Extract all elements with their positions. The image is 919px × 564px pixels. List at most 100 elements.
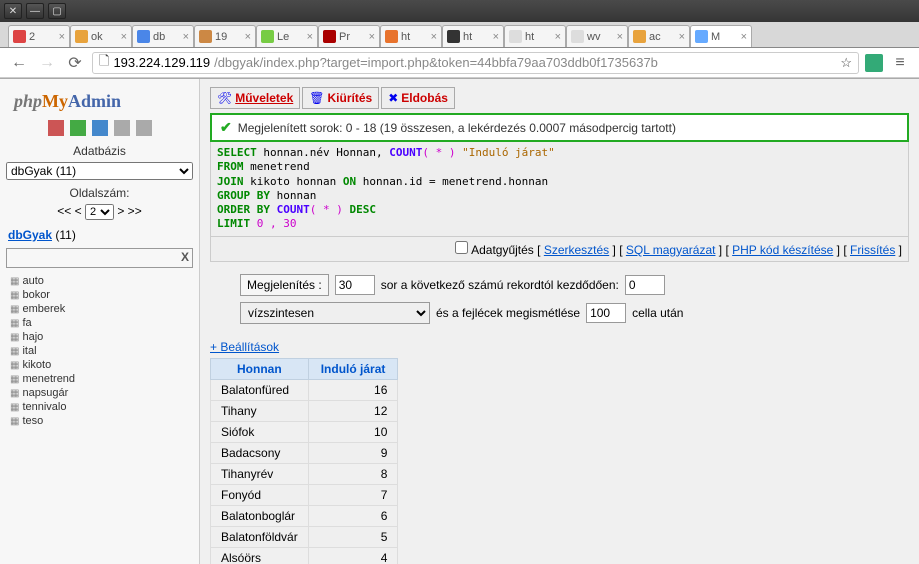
tab-empty[interactable]: 🗑Kiürítés — [302, 87, 379, 109]
pager-next[interactable]: > >> — [117, 204, 141, 218]
explain-link[interactable]: SQL magyarázat — [626, 243, 716, 257]
reload-button[interactable]: ⟳ — [64, 52, 86, 74]
pager-select[interactable]: 2 — [85, 204, 114, 220]
display-controls-row1: Megjelenítés : sor a következő számú rek… — [240, 274, 909, 296]
close-icon[interactable]: × — [741, 31, 747, 43]
rows-count-input[interactable] — [335, 275, 375, 295]
table-item[interactable]: emberek — [10, 302, 193, 316]
column-header[interactable]: Honnan — [211, 358, 309, 379]
table-item[interactable]: kikoto — [10, 358, 193, 372]
browser-tab[interactable]: ht× — [442, 25, 504, 47]
cell-count: 16 — [308, 379, 398, 400]
table-item[interactable]: napsugár — [10, 386, 193, 400]
table-row: Badacsony9 — [211, 442, 398, 463]
tab-operations[interactable]: 🛠Műveletek — [210, 87, 300, 109]
file-icon — [509, 30, 522, 43]
main-panel: 🛠Műveletek 🗑Kiürítés ✖Eldobás Megjelenít… — [200, 79, 919, 564]
sql-icon[interactable] — [92, 120, 108, 136]
table-item[interactable]: teso — [10, 414, 193, 428]
settings-toggle[interactable]: + Beállítások — [210, 340, 279, 354]
close-icon[interactable]: × — [617, 31, 623, 43]
cell-honnan: Balatonboglár — [211, 505, 309, 526]
table-item[interactable]: auto — [10, 274, 193, 288]
display-mode-select[interactable]: vízszintesen — [240, 302, 430, 324]
forward-button[interactable]: → — [36, 52, 58, 74]
table-item[interactable]: tennivalo — [10, 400, 193, 414]
close-icon[interactable]: × — [245, 31, 251, 43]
top-menu: 🛠Műveletek 🗑Kiürítés ✖Eldobás — [210, 87, 909, 109]
close-icon[interactable]: × — [555, 31, 561, 43]
close-icon[interactable]: × — [183, 31, 189, 43]
table-item[interactable]: fa — [10, 316, 193, 330]
close-icon[interactable]: × — [431, 31, 437, 43]
database-label: Adatbázis — [6, 144, 193, 158]
browser-tab[interactable]: wv× — [566, 25, 628, 47]
window-minimize[interactable]: — — [26, 3, 44, 19]
repeat-headers-input[interactable] — [586, 303, 626, 323]
address-bar[interactable]: 🗋 193.224.129.119/dbgyak/index.php?targe… — [92, 52, 859, 74]
table-item[interactable]: ital — [10, 344, 193, 358]
logo: phpMyAdmin — [14, 91, 193, 112]
close-icon[interactable]: × — [493, 31, 499, 43]
reload-icon[interactable] — [136, 120, 152, 136]
extension-icon[interactable] — [865, 54, 883, 72]
clear-icon[interactable]: X — [181, 250, 189, 264]
logout-icon[interactable] — [70, 120, 86, 136]
table-row: Tihanyrév8 — [211, 463, 398, 484]
success-alert: Megjelenített sorok: 0 - 18 (19 összesen… — [210, 113, 909, 142]
browser-tab[interactable]: Le× — [256, 25, 318, 47]
browser-tab[interactable]: M× — [690, 25, 752, 47]
cell-honnan: Tihany — [211, 400, 309, 421]
url-path: /dbgyak/index.php?target=import.php&toke… — [214, 55, 658, 70]
browser-tab[interactable]: ht× — [504, 25, 566, 47]
browser-tab[interactable]: Pr× — [318, 25, 380, 47]
profiling-checkbox[interactable] — [455, 241, 468, 254]
table-item[interactable]: bokor — [10, 288, 193, 302]
table-row: Tihany12 — [211, 400, 398, 421]
cell-honnan: Balatonfüred — [211, 379, 309, 400]
blogger-icon — [385, 30, 398, 43]
edit-link[interactable]: Szerkesztés — [544, 243, 609, 257]
table-row: Balatonboglár6 — [211, 505, 398, 526]
docs-icon[interactable] — [114, 120, 130, 136]
table-item[interactable]: menetrend — [10, 372, 193, 386]
window-close[interactable]: ✕ — [4, 3, 22, 19]
cell-count: 12 — [308, 400, 398, 421]
tab-drop[interactable]: ✖Eldobás — [381, 87, 455, 109]
url-host: 193.224.129.119 — [113, 55, 210, 70]
cell-count: 10 — [308, 421, 398, 442]
close-icon[interactable]: × — [307, 31, 313, 43]
cell-honnan: Siófok — [211, 421, 309, 442]
browser-tab[interactable]: db× — [132, 25, 194, 47]
success-message: Megjelenített sorok: 0 - 18 (19 összesen… — [238, 121, 676, 135]
drive-icon — [75, 30, 88, 43]
star-icon[interactable]: ☆ — [840, 55, 852, 71]
phpcode-link[interactable]: PHP kód készítése — [732, 243, 833, 257]
browser-tab[interactable]: 2× — [8, 25, 70, 47]
column-header[interactable]: Induló járat — [308, 358, 398, 379]
start-row-input[interactable] — [625, 275, 665, 295]
show-button[interactable]: Megjelenítés : — [240, 274, 329, 296]
cell-count: 6 — [308, 505, 398, 526]
menu-button[interactable]: ≡ — [889, 52, 911, 74]
close-icon[interactable]: × — [59, 31, 65, 43]
browser-tab[interactable]: ht× — [380, 25, 442, 47]
close-icon[interactable]: × — [679, 31, 685, 43]
window-maximize[interactable]: ▢ — [48, 3, 66, 19]
database-select[interactable]: dbGyak (11) — [6, 162, 193, 180]
browser-tab[interactable]: 19× — [194, 25, 256, 47]
back-button[interactable]: ← — [8, 52, 30, 74]
browser-tab[interactable]: ac× — [628, 25, 690, 47]
home-icon[interactable] — [48, 120, 64, 136]
table-filter-input[interactable]: X — [6, 248, 193, 268]
browser-tab[interactable]: ok× — [70, 25, 132, 47]
close-icon[interactable]: × — [369, 31, 375, 43]
cu-icon — [447, 30, 460, 43]
cell-count: 9 — [308, 442, 398, 463]
page-content: phpMyAdmin Adatbázis dbGyak (11) Oldalsz… — [0, 78, 919, 564]
table-item[interactable]: hajo — [10, 330, 193, 344]
close-icon[interactable]: × — [121, 31, 127, 43]
refresh-link[interactable]: Frissítés — [850, 243, 895, 257]
pager-prev[interactable]: << < — [57, 204, 81, 218]
database-link[interactable]: dbGyak — [8, 228, 52, 242]
